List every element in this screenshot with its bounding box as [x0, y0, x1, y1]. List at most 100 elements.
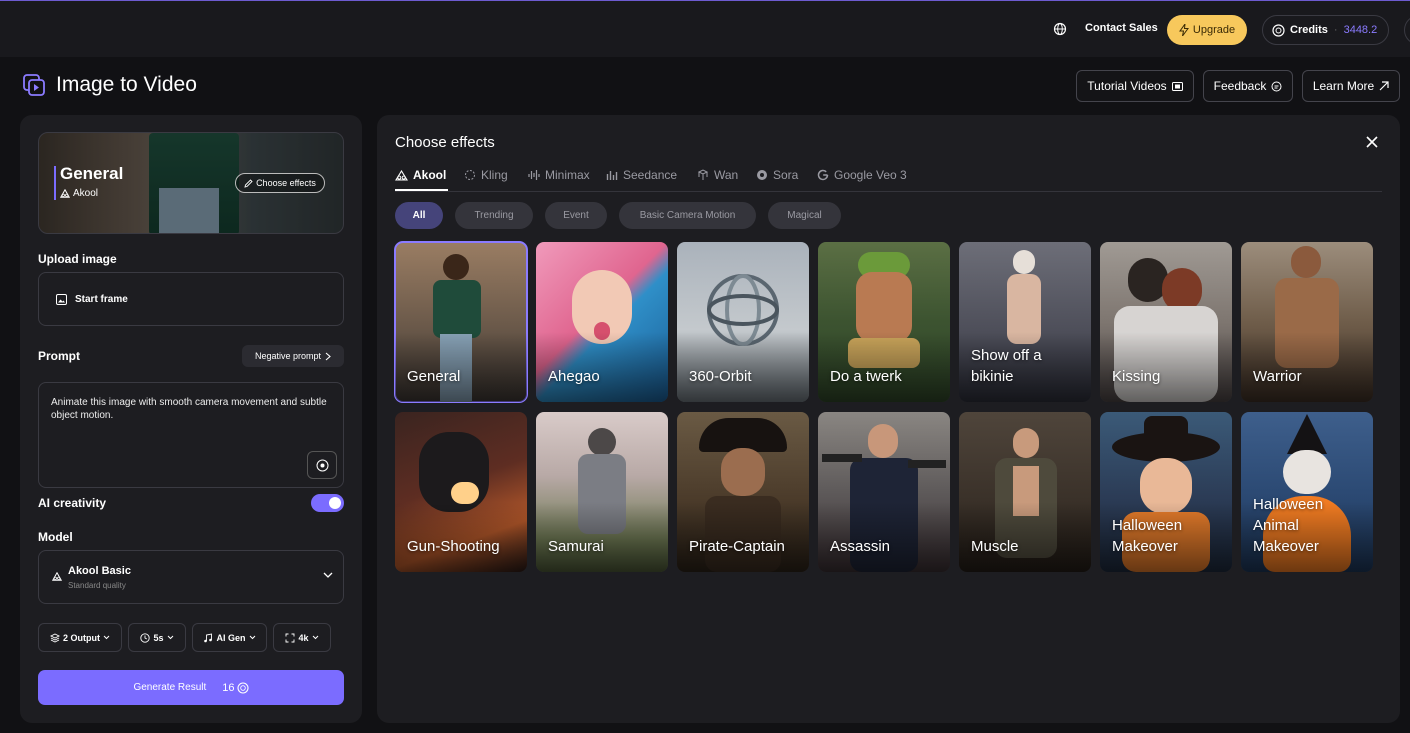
prompt-textarea[interactable]: Animate this image with smooth camera mo…	[38, 382, 344, 488]
learn-more-button[interactable]: Learn More	[1302, 70, 1400, 102]
selected-effect-card[interactable]: General Akool Choose effects	[38, 132, 344, 234]
effect-card-ahegao[interactable]: Ahegao	[536, 242, 668, 402]
effect-card-label: Halloween Animal Makeover	[1253, 496, 1324, 555]
chip-trending[interactable]: Trending	[455, 202, 533, 229]
enhance-prompt-button[interactable]	[307, 451, 337, 479]
audio-select[interactable]: AI Gen	[192, 623, 267, 652]
effect-card-label: Ahegao	[548, 368, 600, 385]
card-art-flash	[451, 482, 479, 504]
model-label: Model	[38, 530, 73, 544]
effect-card-show-off-a-bikinie[interactable]: Show off a bikinie	[959, 242, 1091, 402]
card-art-hat	[699, 418, 787, 452]
generate-result-button[interactable]: Generate Result 16	[38, 670, 344, 705]
settings-panel: General Akool Choose effects Upload imag…	[20, 115, 362, 723]
google-icon	[817, 169, 829, 181]
plus-circle-icon	[316, 459, 328, 471]
tutorial-videos-button[interactable]: Tutorial Videos	[1076, 70, 1194, 102]
chevron-down-icon	[103, 635, 110, 640]
effect-card-label: Show off a bikinie	[971, 347, 1042, 385]
effect-card-label: Gun-Shooting	[407, 538, 500, 555]
effect-card-halloween-makeover[interactable]: Halloween Makeover	[1100, 412, 1232, 572]
resolution-select[interactable]: 4k	[273, 623, 331, 652]
ai-creativity-toggle[interactable]	[311, 494, 344, 512]
chevron-down-icon	[323, 572, 333, 578]
generate-cost: 16	[222, 681, 249, 694]
selected-effect-provider-label: Akool	[73, 188, 99, 199]
effect-card-muscle[interactable]: Muscle	[959, 412, 1091, 572]
close-icon[interactable]	[1366, 136, 1378, 148]
generate-cost-value: 16	[222, 681, 235, 694]
start-frame-upload[interactable]: Start frame	[38, 272, 344, 326]
effect-card-general[interactable]: General	[394, 241, 528, 403]
video-icon	[23, 74, 45, 96]
effect-card-warrior[interactable]: Warrior	[1241, 242, 1373, 402]
chip-basic-camera-motion[interactable]: Basic Camera Motion	[619, 202, 756, 229]
effects-panel: Choose effects Akool Kling Minimax Seeda…	[377, 115, 1400, 723]
credits-label: Credits	[1290, 24, 1328, 36]
selected-effect-provider: Akool	[60, 188, 98, 199]
globe-icon[interactable]	[1053, 22, 1067, 36]
effect-card-gun-shooting[interactable]: Gun-Shooting	[395, 412, 527, 572]
tab-kling[interactable]: Kling	[464, 168, 508, 182]
tab-kling-label: Kling	[481, 168, 508, 182]
contact-sales-link[interactable]: Contact Sales	[1085, 22, 1158, 34]
kling-icon	[465, 170, 475, 180]
tab-seedance-label: Seedance	[623, 168, 678, 182]
page-title: Image to Video	[56, 73, 197, 96]
akool-icon	[60, 189, 70, 198]
avatar-button[interactable]	[1404, 15, 1410, 45]
upgrade-button[interactable]: Upgrade	[1167, 15, 1247, 45]
tab-minimax-label: Minimax	[545, 168, 590, 182]
provider-tabs: Akool Kling Minimax Seedance Wan Sora Go…	[395, 167, 1382, 192]
chevron-down-icon	[167, 635, 173, 640]
card-art-face	[1013, 428, 1039, 458]
negative-prompt-button[interactable]: Negative prompt	[242, 345, 344, 367]
effect-card-label: Halloween Makeover	[1112, 517, 1183, 555]
effect-card-360-orbit[interactable]: 360-Orbit	[677, 242, 809, 402]
tab-google-veo-3-label: Google Veo 3	[834, 168, 907, 182]
model-quality: Standard quality	[68, 581, 126, 590]
tab-seedance[interactable]: Seedance	[606, 168, 677, 182]
chip-magical[interactable]: Magical	[768, 202, 841, 229]
effect-card-kissing[interactable]: Kissing	[1100, 242, 1232, 402]
card-art-jacket	[433, 280, 481, 338]
effect-card-samurai[interactable]: Samurai	[536, 412, 668, 572]
effect-card-do-a-twerk[interactable]: Do a twerk	[818, 242, 950, 402]
duration-select[interactable]: 5s	[128, 623, 186, 652]
output-count-select[interactable]: 2 Output	[38, 623, 122, 652]
model-select[interactable]: Akool Basic Standard quality	[38, 550, 344, 604]
chip-event[interactable]: Event	[545, 202, 607, 229]
choose-effects-button[interactable]: Choose effects	[235, 173, 325, 193]
effect-card-halloween-animal-makeover[interactable]: Halloween Animal Makeover	[1241, 412, 1373, 572]
generate-label: Generate Result	[133, 682, 207, 693]
tab-minimax[interactable]: Minimax	[528, 168, 590, 182]
credits-badge[interactable]: Credits · 3448.2	[1262, 15, 1389, 45]
card-art-face	[721, 448, 765, 496]
tab-akool-label: Akool	[413, 168, 447, 182]
effect-card-pirate-captain[interactable]: Pirate-Captain	[677, 412, 809, 572]
tab-akool[interactable]: Akool	[395, 168, 446, 182]
tab-wan[interactable]: Wan	[697, 168, 738, 182]
feedback-label: Feedback	[1213, 79, 1267, 93]
output-count-label: 2 Output	[63, 632, 100, 643]
tab-sora[interactable]: Sora	[756, 168, 798, 182]
effect-card-label: Muscle	[971, 538, 1019, 555]
resolution-label: 4k	[298, 632, 309, 643]
effect-card-label: Do a twerk	[830, 368, 902, 385]
effect-card-label: Samurai	[548, 538, 604, 555]
effect-card-assassin[interactable]: Assassin	[818, 412, 950, 572]
clock-icon	[140, 632, 151, 643]
tab-google-veo-3[interactable]: Google Veo 3	[817, 168, 907, 182]
minimax-icon	[528, 170, 540, 180]
top-bar: Contact Sales Upgrade Credits · 3448.2	[0, 1, 1410, 57]
feedback-button[interactable]: Feedback	[1203, 70, 1293, 102]
effect-card-label: Assassin	[830, 538, 891, 555]
chip-all[interactable]: All	[395, 202, 443, 229]
coin-icon	[236, 681, 249, 694]
effect-card-label: Kissing	[1112, 368, 1161, 385]
film-icon	[1171, 81, 1183, 91]
prompt-text: Animate this image with smooth camera mo…	[51, 397, 327, 421]
chat-icon	[1271, 81, 1282, 91]
music-icon	[204, 632, 213, 642]
akool-icon	[52, 572, 62, 581]
